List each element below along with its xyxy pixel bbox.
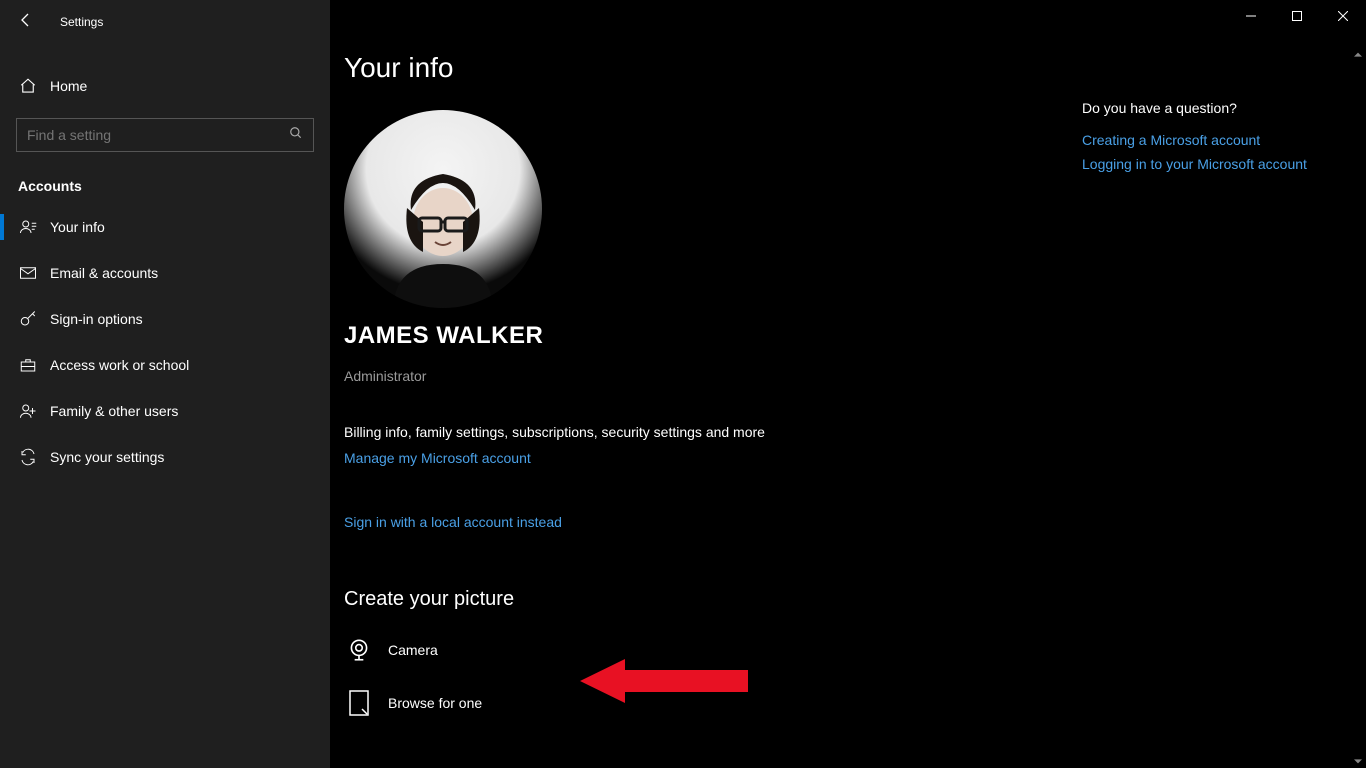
help-panel: Do you have a question? Creating a Micro… <box>1082 100 1332 172</box>
scroll-up-icon[interactable] <box>1350 48 1366 62</box>
scroll-down-icon[interactable] <box>1350 754 1366 768</box>
sidebar-section: Accounts <box>0 152 330 204</box>
sync-icon <box>18 448 38 466</box>
browse-option[interactable]: Browse for one <box>344 689 1346 717</box>
back-button[interactable] <box>18 12 36 33</box>
browse-icon <box>344 689 374 717</box>
sidebar-item-work-school[interactable]: Access work or school <box>0 342 330 388</box>
sidebar-item-label: Access work or school <box>50 357 189 373</box>
sidebar-item-your-info[interactable]: Your info <box>0 204 330 250</box>
user-name: JAMES WALKER <box>344 322 1346 350</box>
avatar <box>344 110 542 308</box>
user-role: Administrator <box>344 368 1346 384</box>
manage-account-link[interactable]: Manage my Microsoft account <box>344 450 531 466</box>
sidebar-item-family[interactable]: Family & other users <box>0 388 330 434</box>
sidebar-item-sync[interactable]: Sync your settings <box>0 434 330 480</box>
briefcase-icon <box>18 356 38 374</box>
sidebar-item-label: Family & other users <box>50 403 178 419</box>
scrollbar[interactable] <box>1350 48 1366 768</box>
mail-icon <box>18 264 38 282</box>
option-label: Camera <box>388 642 438 658</box>
page-title: Your info <box>344 52 1346 84</box>
help-title: Do you have a question? <box>1082 100 1332 116</box>
search-input[interactable] <box>16 118 314 152</box>
sidebar-item-label: Your info <box>50 219 105 235</box>
camera-option[interactable]: Camera <box>344 637 1346 663</box>
search-icon <box>289 126 303 145</box>
local-account-link[interactable]: Sign in with a local account instead <box>344 514 562 530</box>
sidebar: Settings Home Accounts Your info Email &… <box>0 0 330 768</box>
window-controls <box>1228 0 1366 32</box>
minimize-button[interactable] <box>1228 0 1274 32</box>
key-icon <box>18 310 38 328</box>
option-label: Browse for one <box>388 695 482 711</box>
search-field[interactable] <box>27 127 289 143</box>
home-nav[interactable]: Home <box>0 66 330 106</box>
help-link-login[interactable]: Logging in to your Microsoft account <box>1082 156 1332 172</box>
family-icon <box>18 402 38 420</box>
sidebar-item-label: Email & accounts <box>50 265 158 281</box>
home-label: Home <box>50 78 87 94</box>
window-title: Settings <box>60 15 103 29</box>
sidebar-item-signin[interactable]: Sign-in options <box>0 296 330 342</box>
person-icon <box>18 218 38 236</box>
create-picture-heading: Create your picture <box>344 588 1346 611</box>
camera-icon <box>344 637 374 663</box>
close-button[interactable] <box>1320 0 1366 32</box>
sidebar-item-email[interactable]: Email & accounts <box>0 250 330 296</box>
help-link-create[interactable]: Creating a Microsoft account <box>1082 132 1332 148</box>
home-icon <box>18 77 38 95</box>
sidebar-item-label: Sync your settings <box>50 449 164 465</box>
maximize-button[interactable] <box>1274 0 1320 32</box>
sidebar-item-label: Sign-in options <box>50 311 143 327</box>
billing-info-text: Billing info, family settings, subscript… <box>344 424 1346 440</box>
